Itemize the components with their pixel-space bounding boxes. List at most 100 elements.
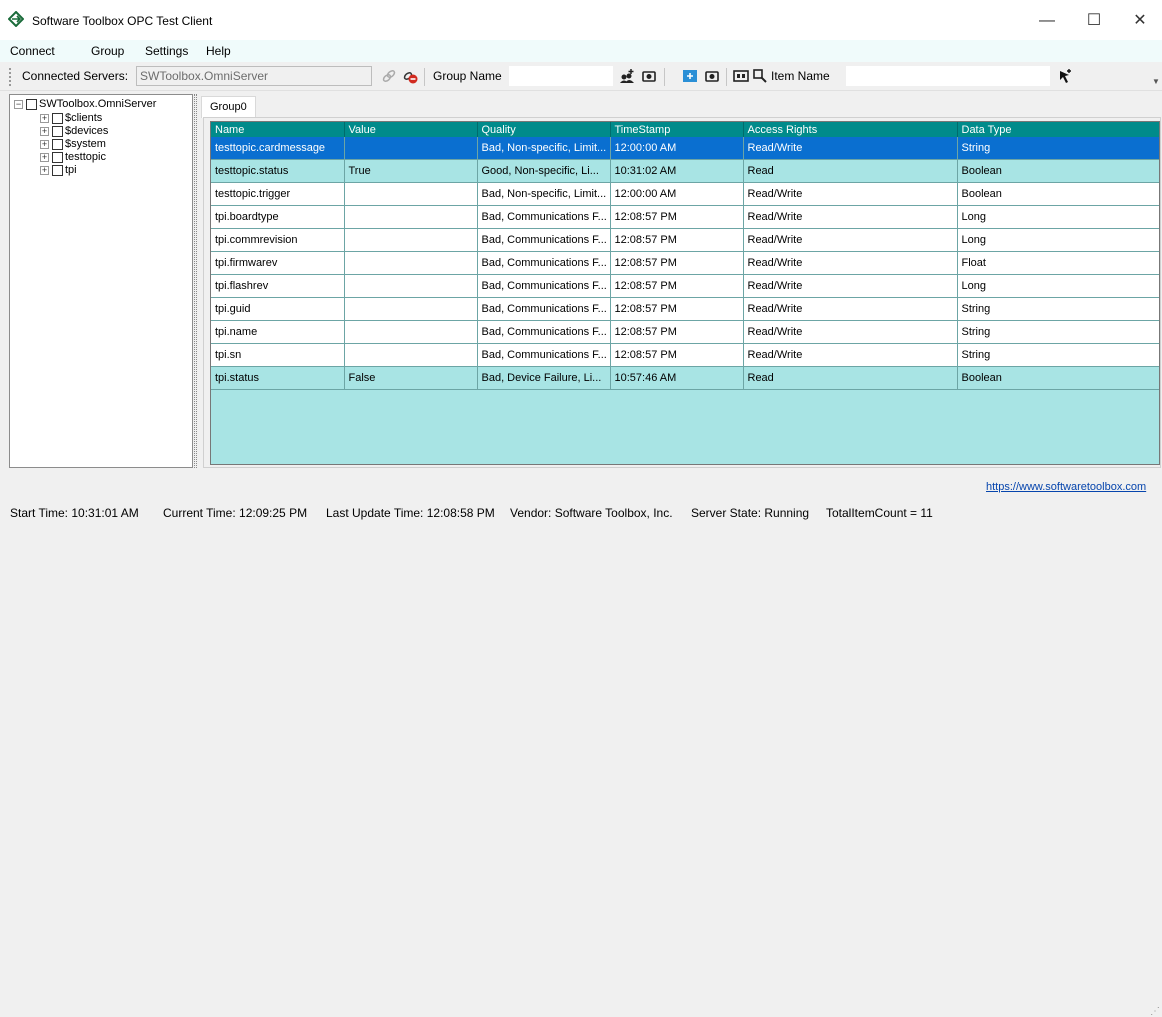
- cell-quality[interactable]: Good, Non-specific, Li...: [477, 159, 611, 183]
- cell-quality[interactable]: Bad, Communications F...: [477, 320, 611, 344]
- cell-value[interactable]: [344, 274, 478, 298]
- column-header-access-rights[interactable]: Access Rights: [743, 122, 958, 137]
- cell-access-rights[interactable]: Read: [743, 366, 958, 390]
- table-row[interactable]: tpi.status False Bad, Device Failure, Li..…: [211, 366, 1159, 390]
- cell-name[interactable]: tpi.name: [211, 320, 345, 344]
- cell-timestamp[interactable]: 12:08:57 PM: [610, 205, 744, 229]
- cell-timestamp[interactable]: 12:08:57 PM: [610, 343, 744, 367]
- tree-node-tpi[interactable]: + tpi: [40, 164, 77, 176]
- add-item-cursor-icon[interactable]: [1057, 68, 1073, 84]
- tree-checkbox[interactable]: [52, 125, 63, 137]
- cell-name[interactable]: tpi.commrevision: [211, 228, 345, 252]
- cell-name[interactable]: testtopic.cardmessage: [211, 137, 345, 160]
- cell-value[interactable]: [344, 320, 478, 344]
- cell-timestamp[interactable]: 12:00:00 AM: [610, 182, 744, 206]
- cell-access-rights[interactable]: Read/Write: [743, 182, 958, 206]
- menu-group[interactable]: Group: [91, 44, 124, 58]
- table-row[interactable]: testtopic.trigger Bad, Non-specific, Limi…: [211, 182, 1159, 206]
- tree-checkbox[interactable]: [52, 164, 63, 176]
- maximize-button[interactable]: ☐: [1071, 6, 1117, 36]
- browse-items-icon[interactable]: [733, 68, 749, 84]
- tree-node-testtopic[interactable]: + testtopic: [40, 151, 106, 163]
- cell-quality[interactable]: Bad, Communications F...: [477, 228, 611, 252]
- cell-data-type[interactable]: String: [957, 343, 1159, 367]
- cell-quality[interactable]: Bad, Communications F...: [477, 343, 611, 367]
- search-icon[interactable]: [752, 68, 768, 84]
- expand-icon[interactable]: +: [40, 139, 49, 149]
- cell-access-rights[interactable]: Read/Write: [743, 343, 958, 367]
- column-header-value[interactable]: Value: [344, 122, 478, 137]
- cell-name[interactable]: tpi.firmwarev: [211, 251, 345, 275]
- tree-checkbox[interactable]: [52, 151, 63, 163]
- cell-value[interactable]: [344, 343, 478, 367]
- close-button[interactable]: ✕: [1117, 6, 1162, 36]
- cell-quality[interactable]: Bad, Non-specific, Limit...: [477, 137, 611, 160]
- cell-access-rights[interactable]: Read/Write: [743, 274, 958, 298]
- cell-name[interactable]: tpi.flashrev: [211, 274, 345, 298]
- cell-value[interactable]: [344, 182, 478, 206]
- cell-timestamp[interactable]: 12:08:57 PM: [610, 251, 744, 275]
- cell-timestamp[interactable]: 12:08:57 PM: [610, 274, 744, 298]
- add-item-icon[interactable]: [682, 68, 698, 84]
- expand-icon[interactable]: +: [40, 152, 49, 162]
- table-row[interactable]: tpi.name Bad, Communications F... 12:08:57…: [211, 320, 1159, 344]
- cell-access-rights[interactable]: Read/Write: [743, 205, 958, 229]
- cell-data-type[interactable]: Boolean: [957, 159, 1159, 183]
- cell-quality[interactable]: Bad, Communications F...: [477, 274, 611, 298]
- column-header-name[interactable]: Name: [211, 122, 345, 137]
- table-row[interactable]: tpi.flashrev Bad, Communications F... 12:0…: [211, 274, 1159, 298]
- cell-data-type[interactable]: String: [957, 320, 1159, 344]
- table-row[interactable]: tpi.sn Bad, Communications F... 12:08:57 P…: [211, 343, 1159, 367]
- cell-data-type[interactable]: Long: [957, 228, 1159, 252]
- cell-value[interactable]: [344, 137, 478, 160]
- cell-access-rights[interactable]: Read: [743, 159, 958, 183]
- connected-servers-field[interactable]: [136, 66, 372, 86]
- tree-node-system[interactable]: + $system: [40, 138, 106, 150]
- cell-name[interactable]: tpi.status: [211, 366, 345, 390]
- group-name-input[interactable]: [509, 66, 613, 86]
- cell-quality[interactable]: Bad, Communications F...: [477, 297, 611, 321]
- table-row[interactable]: tpi.guid Bad, Communications F... 12:08:57…: [211, 297, 1159, 321]
- item-properties-icon[interactable]: [704, 68, 720, 84]
- toolbar-grip[interactable]: [9, 68, 13, 86]
- cell-timestamp[interactable]: 12:08:57 PM: [610, 297, 744, 321]
- tree-checkbox[interactable]: [52, 112, 63, 124]
- minimize-button[interactable]: —: [1024, 6, 1070, 36]
- cell-quality[interactable]: Bad, Device Failure, Li...: [477, 366, 611, 390]
- cell-access-rights[interactable]: Read/Write: [743, 251, 958, 275]
- cell-name[interactable]: tpi.guid: [211, 297, 345, 321]
- table-row[interactable]: tpi.firmwarev Bad, Communications F... 12:…: [211, 251, 1159, 275]
- table-row[interactable]: tpi.boardtype Bad, Communications F... 12:…: [211, 205, 1159, 229]
- cell-name[interactable]: tpi.sn: [211, 343, 345, 367]
- cell-name[interactable]: testtopic.status: [211, 159, 345, 183]
- cell-value[interactable]: [344, 205, 478, 229]
- tree-root[interactable]: − SWToolbox.OmniServer: [14, 98, 156, 110]
- cell-quality[interactable]: Bad, Communications F...: [477, 251, 611, 275]
- splitter[interactable]: [194, 94, 197, 468]
- cell-access-rights[interactable]: Read/Write: [743, 320, 958, 344]
- group-properties-icon[interactable]: [641, 68, 657, 84]
- cell-value[interactable]: False: [344, 366, 478, 390]
- cell-value[interactable]: [344, 228, 478, 252]
- expand-icon[interactable]: +: [40, 113, 49, 123]
- table-row[interactable]: tpi.commrevision Bad, Communications F...…: [211, 228, 1159, 252]
- menu-connect[interactable]: Connect: [10, 44, 55, 58]
- tree-node-clients[interactable]: + $clients: [40, 112, 102, 124]
- item-name-input[interactable]: [846, 66, 1050, 86]
- resize-grip-icon[interactable]: ⋰: [1150, 1006, 1160, 1017]
- connect-link-icon[interactable]: [381, 68, 397, 84]
- server-tree[interactable]: − SWToolbox.OmniServer + $clients + $device…: [9, 94, 193, 468]
- cell-data-type[interactable]: Boolean: [957, 182, 1159, 206]
- column-header-data-type[interactable]: Data Type: [957, 122, 1159, 137]
- cell-access-rights[interactable]: Read/Write: [743, 297, 958, 321]
- expand-icon[interactable]: +: [40, 126, 49, 136]
- toolbar-overflow-icon[interactable]: ▼: [1152, 77, 1160, 86]
- cell-name[interactable]: tpi.boardtype: [211, 205, 345, 229]
- cell-data-type[interactable]: Boolean: [957, 366, 1159, 390]
- tree-node-devices[interactable]: + $devices: [40, 125, 108, 137]
- add-group-icon[interactable]: [619, 68, 635, 84]
- menu-settings[interactable]: Settings: [145, 44, 188, 58]
- cell-data-type[interactable]: String: [957, 297, 1159, 321]
- cell-value[interactable]: [344, 297, 478, 321]
- items-grid[interactable]: Name Value Quality TimeStamp Access Righ…: [210, 121, 1160, 465]
